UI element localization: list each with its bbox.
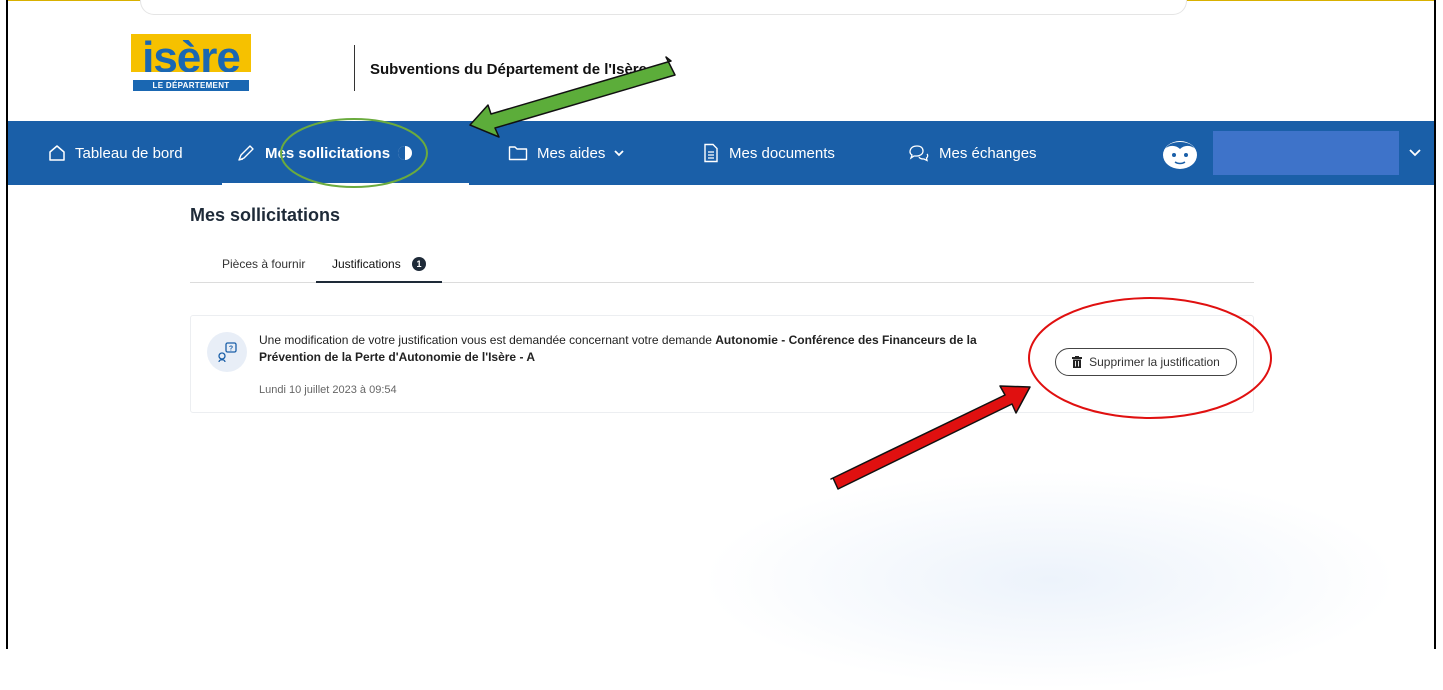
isere-logo[interactable]: isère LE DÉPARTEMENT: [131, 34, 251, 92]
sollicitations-badge-icon: [398, 146, 413, 160]
page-title: Mes sollicitations: [190, 205, 341, 225]
pen-icon: [238, 145, 254, 161]
folder-icon: [508, 146, 528, 161]
background-glow: [700, 470, 1400, 690]
message-text: Une modification de votre justification …: [259, 333, 716, 347]
nav-label: Mes sollicitations: [265, 144, 391, 162]
question-icon: ?: [207, 332, 247, 372]
delete-justification-button[interactable]: Supprimer la justification: [1055, 348, 1237, 376]
tab-label: Pièces à fournir: [222, 257, 306, 271]
nav-item-mes-documents[interactable]: Mes documents: [702, 121, 835, 185]
frame-border-left: [6, 0, 8, 649]
nav-item-mes-aides[interactable]: Mes aides: [508, 121, 625, 185]
nav-label: Mes échanges: [939, 144, 1037, 162]
nav-active-underline: [222, 183, 469, 186]
page: isère LE DÉPARTEMENT Subventions du Dépa…: [0, 0, 1443, 690]
logo-text: isère: [131, 34, 251, 72]
browser-bar-edge: [140, 0, 1187, 15]
nav-label: Mes documents: [729, 144, 835, 162]
frame-border-right: [1434, 0, 1436, 649]
chevron-down-icon[interactable]: [1408, 147, 1422, 159]
message-date: Lundi 10 juillet 2023 à 09:54: [259, 384, 397, 396]
home-icon: [49, 145, 65, 161]
nav-item-mes-sollicitations[interactable]: Mes sollicitations: [236, 121, 413, 185]
tab-justifications[interactable]: Justifications 1: [316, 248, 443, 283]
header-divider: [354, 45, 355, 91]
justification-card: ? Une modification de votre justificatio…: [190, 315, 1254, 413]
tab-count-badge: 1: [412, 257, 427, 271]
user-name-redacted[interactable]: [1213, 131, 1399, 175]
justification-message: Une modification de votre justification …: [259, 332, 1009, 366]
site-title: Subventions du Département de l'Isère: [370, 61, 647, 78]
chat-icon: [909, 145, 929, 162]
delete-button-label: Supprimer la justification: [1089, 355, 1220, 369]
nav-label: Mes aides: [537, 144, 606, 162]
nav-item-mes-echanges[interactable]: Mes échanges: [908, 121, 1037, 185]
avatar-icon[interactable]: [1160, 136, 1200, 170]
tab-label: Justifications: [332, 257, 401, 271]
tab-pieces-a-fournir[interactable]: Pièces à fournir: [222, 248, 305, 281]
svg-text:?: ?: [229, 346, 233, 353]
nav-label: Tableau de bord: [75, 144, 183, 162]
nav-item-tableau-de-bord[interactable]: Tableau de bord: [48, 121, 183, 185]
logo-subtitle: LE DÉPARTEMENT: [133, 80, 249, 91]
chevron-down-icon: [614, 150, 625, 157]
tab-bar: Pièces à fournir Justifications 1: [190, 248, 1254, 283]
document-icon: [704, 143, 718, 163]
trash-icon: [1072, 356, 1083, 368]
